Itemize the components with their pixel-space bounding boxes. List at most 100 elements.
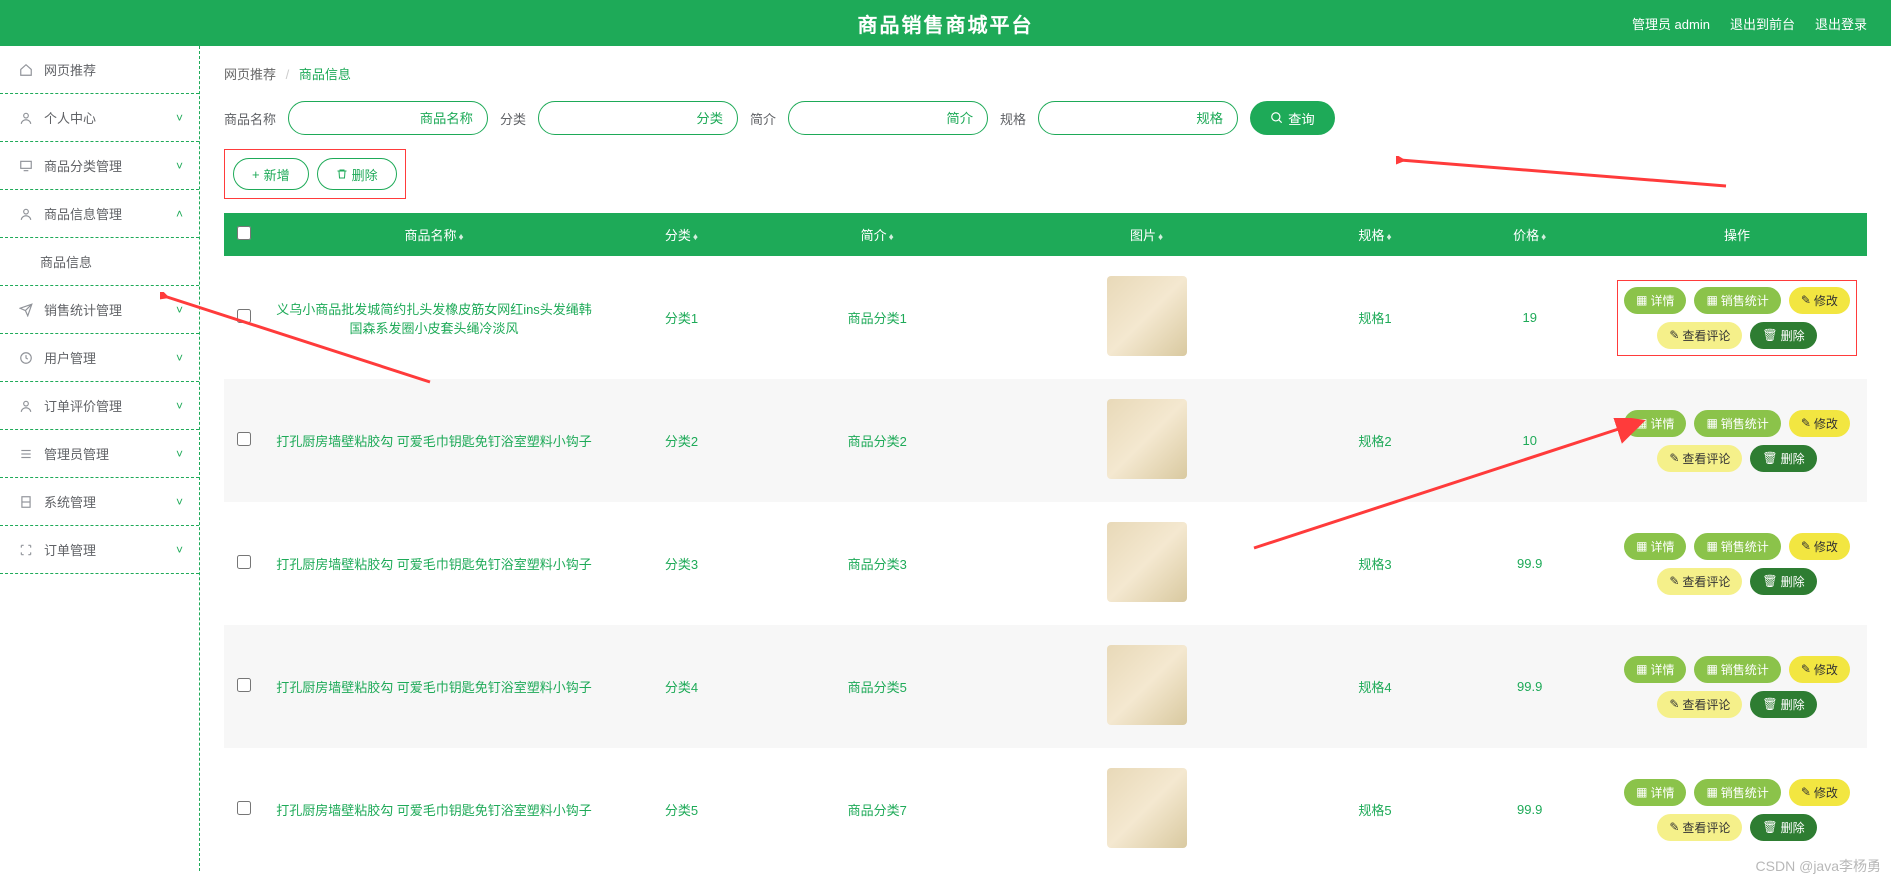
send-icon — [18, 302, 34, 318]
col-header-3[interactable]: 简介♦ — [759, 213, 996, 256]
row-checkbox[interactable] — [237, 678, 251, 692]
add-button[interactable]: + 新增 — [233, 158, 309, 190]
col-label: 商品名称 — [404, 228, 456, 243]
sidebar-item-7[interactable]: 管理员管理˅ — [0, 430, 199, 478]
cell-price: 99.9 — [1452, 748, 1607, 871]
doc-icon: ▦ — [1706, 539, 1717, 553]
row-delete-button[interactable]: 🗑 删除 — [1750, 814, 1816, 841]
user-icon — [18, 110, 34, 126]
delete-button[interactable]: 删除 — [317, 158, 397, 190]
edit-button[interactable]: ✎ 修改 — [1789, 656, 1850, 683]
query-button-label: 查询 — [1288, 109, 1315, 128]
comments-button[interactable]: ✎ 查看评论 — [1657, 814, 1742, 841]
select-all-checkbox[interactable] — [237, 226, 251, 240]
row-delete-button[interactable]: 🗑 删除 — [1750, 568, 1816, 595]
delete-button-label: 删除 — [352, 165, 378, 184]
cell-name[interactable]: 打孔厨房墙壁粘胶勾 可爱毛巾钥匙免钉浴室塑料小钩子 — [264, 379, 604, 502]
chevron-down-icon: ˅ — [176, 159, 183, 173]
cell-img — [996, 256, 1298, 379]
sidebar-subitem[interactable]: 商品信息 — [0, 238, 199, 286]
stats-button[interactable]: ▦ 销售统计 — [1694, 779, 1780, 806]
sidebar-item-label: 商品信息管理 — [44, 204, 122, 223]
comments-button[interactable]: ✎ 查看评论 — [1657, 568, 1742, 595]
sidebar-item-9[interactable]: 订单管理˅ — [0, 526, 199, 574]
search-input-intro[interactable] — [788, 101, 988, 135]
edit-button[interactable]: ✎ 修改 — [1789, 533, 1850, 560]
sidebar-item-0[interactable]: 网页推荐 — [0, 46, 199, 94]
search-input-spec[interactable] — [1038, 101, 1238, 135]
col-header-1[interactable]: 商品名称♦ — [264, 213, 604, 256]
user-label[interactable]: 管理员 admin — [1632, 14, 1710, 33]
sort-icon: ♦ — [458, 232, 463, 243]
table-row: 打孔厨房墙壁粘胶勾 可爱毛巾钥匙免钉浴室塑料小钩子分类5商品分类7规格599.9… — [224, 748, 1867, 871]
logout-link[interactable]: 退出登录 — [1815, 14, 1867, 33]
user-icon — [18, 206, 34, 222]
stats-button[interactable]: ▦ 销售统计 — [1694, 656, 1780, 683]
detail-button[interactable]: ▦ 详情 — [1624, 656, 1686, 683]
sidebar-item-1[interactable]: 个人中心˅ — [0, 94, 199, 142]
search-input-cat[interactable] — [538, 101, 738, 135]
col-header-7[interactable]: 操作 — [1607, 213, 1867, 256]
cell-name[interactable]: 打孔厨房墙壁粘胶勾 可爱毛巾钥匙免钉浴室塑料小钩子 — [264, 748, 604, 871]
breadcrumb-sep: / — [286, 67, 290, 82]
search-label-spec: 规格 — [1000, 109, 1026, 128]
edit-button[interactable]: ✎ 修改 — [1789, 287, 1850, 314]
cell-cat: 分类1 — [604, 256, 759, 379]
row-checkbox[interactable] — [237, 555, 251, 569]
goto-front-link[interactable]: 退出到前台 — [1730, 14, 1795, 33]
sort-icon: ♦ — [1158, 232, 1163, 243]
app-header: 商品销售商城平台 管理员 admin 退出到前台 退出登录 — [0, 0, 1891, 46]
comments-button[interactable]: ✎ 查看评论 — [1657, 322, 1742, 349]
cell-img — [996, 748, 1298, 871]
col-label: 规格 — [1358, 228, 1384, 243]
row-checkbox[interactable] — [237, 432, 251, 446]
edit-icon: ✎ — [1801, 785, 1811, 799]
cell-name[interactable]: 打孔厨房墙壁粘胶勾 可爱毛巾钥匙免钉浴室塑料小钩子 — [264, 625, 604, 748]
cell-price: 99.9 — [1452, 625, 1607, 748]
detail-button[interactable]: ▦ 详情 — [1624, 779, 1686, 806]
comments-button[interactable]: ✎ 查看评论 — [1657, 445, 1742, 472]
query-button[interactable]: 查询 — [1250, 101, 1335, 135]
edit-icon: ✎ — [1669, 697, 1679, 711]
sidebar-item-8[interactable]: 系统管理˅ — [0, 478, 199, 526]
app-title: 商品销售商城平台 — [858, 9, 1034, 38]
cell-cat: 分类2 — [604, 379, 759, 502]
comments-button[interactable]: ✎ 查看评论 — [1657, 691, 1742, 718]
col-header-5[interactable]: 规格♦ — [1298, 213, 1453, 256]
sort-icon: ♦ — [693, 232, 698, 243]
cell-img — [996, 625, 1298, 748]
sort-icon: ♦ — [1386, 232, 1391, 243]
edit-icon: ✎ — [1669, 574, 1679, 588]
cell-cat: 分类3 — [604, 502, 759, 625]
row-delete-button[interactable]: 🗑 删除 — [1750, 691, 1816, 718]
doc-icon: ▦ — [1636, 785, 1647, 799]
edit-button[interactable]: ✎ 修改 — [1789, 779, 1850, 806]
row-delete-button[interactable]: 🗑 删除 — [1750, 322, 1816, 349]
doc-icon: ▦ — [1636, 293, 1647, 307]
detail-button[interactable]: ▦ 详情 — [1624, 287, 1686, 314]
stats-button[interactable]: ▦ 销售统计 — [1694, 287, 1780, 314]
sidebar-item-2[interactable]: 商品分类管理˅ — [0, 142, 199, 190]
cell-cat: 分类4 — [604, 625, 759, 748]
row-delete-button[interactable]: 🗑 删除 — [1750, 445, 1816, 472]
search-input-name[interactable] — [288, 101, 488, 135]
cell-spec: 规格5 — [1298, 748, 1453, 871]
table-body: 义乌小商品批发城简约扎头发橡皮筋女网红ins头发绳韩国森系发圈小皮套头绳冷淡风分… — [224, 256, 1867, 871]
stats-button[interactable]: ▦ 销售统计 — [1694, 533, 1780, 560]
col-header-6[interactable]: 价格♦ — [1452, 213, 1607, 256]
cell-intro: 商品分类7 — [759, 748, 996, 871]
stats-button[interactable]: ▦ 销售统计 — [1694, 410, 1780, 437]
chevron-down-icon: ˅ — [176, 543, 183, 557]
sidebar-item-3[interactable]: 商品信息管理˄ — [0, 190, 199, 238]
cell-name[interactable]: 打孔厨房墙壁粘胶勾 可爱毛巾钥匙免钉浴室塑料小钩子 — [264, 502, 604, 625]
row-checkbox[interactable] — [237, 801, 251, 815]
search-label-cat: 分类 — [500, 109, 526, 128]
cell-intro: 商品分类5 — [759, 625, 996, 748]
breadcrumb-root[interactable]: 网页推荐 — [224, 67, 276, 82]
col-header-4[interactable]: 图片♦ — [996, 213, 1298, 256]
table-row: 打孔厨房墙壁粘胶勾 可爱毛巾钥匙免钉浴室塑料小钩子分类4商品分类5规格499.9… — [224, 625, 1867, 748]
cabinet-icon — [18, 494, 34, 510]
edit-button[interactable]: ✎ 修改 — [1789, 410, 1850, 437]
col-header-2[interactable]: 分类♦ — [604, 213, 759, 256]
sidebar-item-label: 用户管理 — [44, 348, 96, 367]
